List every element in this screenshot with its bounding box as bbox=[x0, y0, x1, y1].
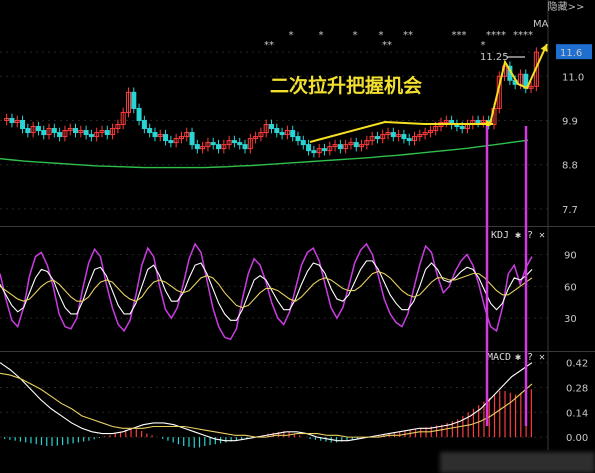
kdj-tick-label: 30 bbox=[564, 314, 577, 325]
candle-body bbox=[210, 142, 216, 146]
candle-body bbox=[147, 128, 153, 134]
macd-label: MACD bbox=[487, 352, 511, 363]
candle-body bbox=[9, 117, 15, 124]
candle-body bbox=[268, 124, 275, 130]
star-marker: * bbox=[353, 30, 358, 41]
candle-body bbox=[131, 91, 137, 109]
candle-body bbox=[41, 130, 47, 136]
kdj-line-j bbox=[0, 242, 533, 341]
ma-label: MA bbox=[533, 19, 549, 30]
candle-body bbox=[136, 107, 142, 121]
candle-body bbox=[51, 128, 57, 134]
candle-body bbox=[72, 128, 79, 134]
candle-body bbox=[311, 150, 317, 154]
candle-body bbox=[406, 138, 412, 142]
macd-tick-label: 0.28 bbox=[566, 383, 588, 394]
candle-body bbox=[390, 132, 396, 138]
macd-close-icon: ✕ bbox=[539, 352, 545, 363]
candle-body bbox=[104, 130, 110, 136]
star-marker: * bbox=[481, 40, 486, 51]
candle-body bbox=[237, 142, 243, 146]
kdj-label: KDJ bbox=[491, 230, 509, 241]
macd-tick-label: 0.00 bbox=[566, 433, 588, 444]
chart-caption: 二次拉升把握机会 bbox=[270, 74, 422, 97]
candle-body bbox=[321, 148, 327, 152]
stock-chart-screen: 11.6 11.0 9.9 8.8 7.7 MA * ** * * * ** ** *** **** ****… bbox=[0, 0, 595, 473]
kdj-tick-label: 90 bbox=[564, 251, 577, 262]
candle-body bbox=[231, 140, 237, 144]
candle-body bbox=[374, 136, 380, 140]
candle-body bbox=[300, 140, 306, 146]
candle-body bbox=[216, 144, 222, 150]
star-marker: * bbox=[319, 30, 324, 41]
candle-body bbox=[274, 128, 280, 134]
candle-body bbox=[401, 134, 407, 140]
candle-body bbox=[152, 132, 158, 138]
candle-body bbox=[194, 144, 200, 150]
hide-button[interactable]: 隐藏>> bbox=[537, 0, 595, 15]
star-marker: * bbox=[289, 30, 294, 41]
current-price-label: 11.6 bbox=[560, 48, 582, 59]
star-marker: ** bbox=[264, 40, 274, 51]
candle-body bbox=[189, 132, 195, 146]
candle-body bbox=[88, 134, 94, 138]
star-marker: **** bbox=[513, 30, 533, 41]
price-tick-label: 8.8 bbox=[562, 161, 578, 172]
macd-tick-label: 0.42 bbox=[566, 359, 588, 370]
candle-body bbox=[168, 140, 174, 144]
candle-body bbox=[25, 128, 31, 134]
candle-body bbox=[279, 132, 285, 136]
price-tick-label: 11.0 bbox=[562, 72, 584, 83]
chart-canvas: 11.611.09.98.87.7MA**** * ***** *** **** ****… bbox=[0, 0, 595, 450]
candle-body bbox=[20, 119, 26, 130]
star-marker: ** bbox=[403, 30, 413, 41]
candle-body bbox=[475, 119, 481, 124]
star-marker: ** bbox=[382, 40, 392, 51]
candle-body bbox=[163, 134, 169, 142]
candle-body bbox=[35, 126, 41, 132]
candle-body bbox=[306, 144, 312, 152]
annotated-price-label: 11.25 bbox=[480, 52, 509, 63]
price-tick-label: 9.9 bbox=[562, 116, 578, 127]
watermark bbox=[440, 452, 595, 473]
macd-tick-label: 0.14 bbox=[566, 408, 588, 419]
star-marker: **** bbox=[486, 30, 506, 41]
kdj-gear-icon: ✱ bbox=[515, 230, 521, 241]
star-marker: *** bbox=[452, 30, 467, 41]
candle-body bbox=[141, 119, 147, 130]
kdj-tick-label: 60 bbox=[564, 282, 577, 293]
macd-gear-icon: ✱ bbox=[515, 352, 521, 363]
candle-body bbox=[290, 130, 296, 138]
ma-long-line bbox=[0, 139, 529, 169]
price-tick-label: 7.7 bbox=[562, 205, 578, 216]
candle-body bbox=[337, 144, 343, 150]
kdj-line-k bbox=[0, 260, 533, 321]
candle-body bbox=[83, 130, 89, 136]
macd-help-icon: ? bbox=[527, 352, 533, 363]
candle-body bbox=[459, 126, 465, 130]
kdj-help-icon: ? bbox=[527, 230, 533, 241]
kdj-close-icon: ✕ bbox=[539, 230, 545, 241]
candle-body bbox=[242, 144, 248, 150]
candle-body bbox=[353, 142, 359, 148]
candle-body bbox=[57, 132, 63, 138]
candle-body bbox=[295, 136, 301, 142]
